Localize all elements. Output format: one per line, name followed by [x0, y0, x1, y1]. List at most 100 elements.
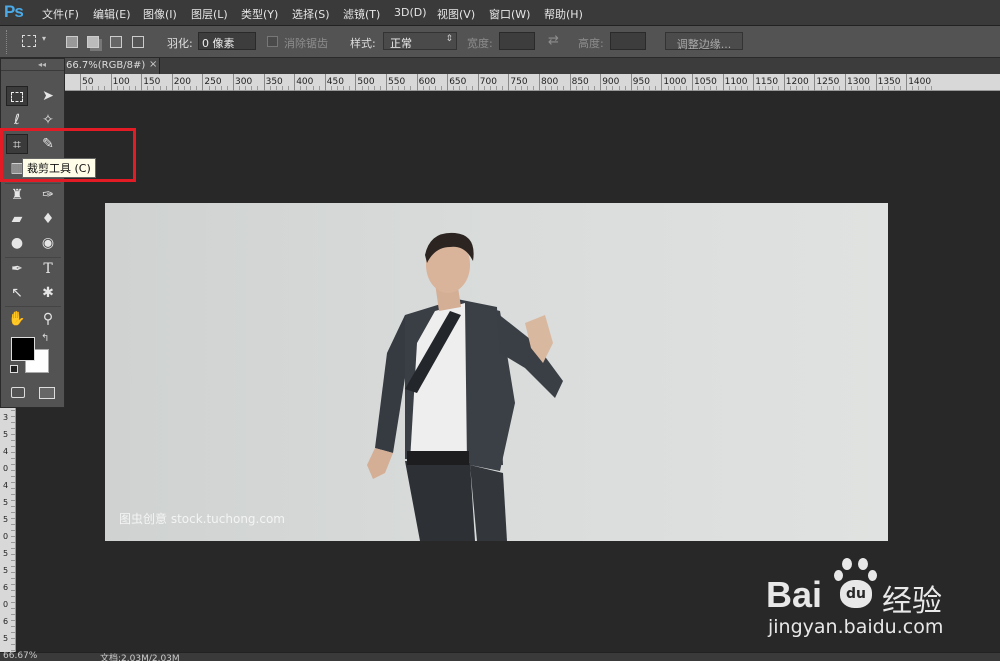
zoom-level[interactable]: 66.67% [3, 651, 37, 661]
blur-tool[interactable]: ● [6, 233, 28, 253]
ruler-major-tick [110, 74, 112, 91]
ruler-minor-tick [740, 86, 742, 90]
ruler-minor-tick [196, 86, 198, 90]
menu-window[interactable]: 窗口(W) [489, 6, 530, 22]
ruler-minor-tick [502, 86, 504, 90]
swap-dimensions-icon[interactable]: ⇄ [548, 33, 559, 48]
antialias-checkbox[interactable] [267, 36, 278, 47]
document-size: 文档:2.03M/2.03M [100, 654, 180, 661]
magic-wand-tool[interactable]: ✧ [37, 110, 59, 130]
clone-stamp-tool[interactable]: ♜ [6, 185, 28, 205]
ruler-minor-tick [11, 428, 15, 429]
eraser-tool[interactable]: ▰ [6, 209, 28, 229]
ruler-label: 3 [3, 413, 9, 422]
menu-layer[interactable]: 图层(L) [191, 6, 228, 22]
ruler-label: 500 [357, 77, 375, 87]
ruler-major-tick [814, 74, 816, 91]
subtract-selection-icon[interactable] [110, 36, 122, 48]
ruler-label: 650 [449, 77, 467, 87]
ruler-minor-tick [288, 86, 290, 90]
foreground-color-swatch[interactable] [11, 337, 35, 361]
lasso-tool[interactable]: ℓ [6, 110, 28, 130]
hand-tool[interactable]: ✋ [6, 309, 28, 329]
width-input[interactable] [499, 32, 535, 50]
ruler-minor-tick [655, 86, 657, 90]
menu-file[interactable]: 文件(F) [42, 6, 79, 22]
ruler-minor-tick [190, 86, 192, 90]
default-colors-icon[interactable] [10, 365, 18, 373]
swap-colors-icon[interactable]: ↰ [41, 333, 49, 344]
ruler-minor-tick [306, 86, 308, 90]
ruler-minor-tick [11, 620, 15, 621]
menu-view[interactable]: 视图(V) [437, 6, 475, 22]
shape-icon: ✱ [42, 285, 54, 301]
collapse-panel-icon[interactable]: ◂◂ [38, 60, 46, 69]
menu-select[interactable]: 选择(S) [292, 6, 330, 22]
custom-shape-tool[interactable]: ✱ [37, 283, 59, 303]
ruler-minor-tick [698, 86, 700, 90]
rect-marquee-icon[interactable] [22, 35, 36, 47]
options-bar: ▾ 羽化: 0 像素 消除锯齿 样式: 正常 ⇕ 宽度: ⇄ 高度: 调整边缘.… [0, 26, 1000, 58]
hand-icon: ✋ [8, 311, 26, 327]
menu-edit[interactable]: 编辑(E) [93, 6, 131, 22]
height-input[interactable] [610, 32, 646, 50]
move-icon: ➤ [42, 88, 54, 104]
menu-filter[interactable]: 滤镜(T) [343, 6, 380, 22]
style-select[interactable]: 正常 ⇕ [383, 32, 457, 50]
zoom-tool[interactable]: ⚲ [37, 309, 59, 329]
lasso-icon: ℓ [14, 112, 20, 128]
du-text: du [846, 586, 866, 602]
menu-type[interactable]: 类型(Y) [241, 6, 278, 22]
dodge-tool[interactable]: ◉ [37, 233, 59, 253]
ruler-minor-tick [343, 86, 345, 90]
ruler-major-tick [722, 74, 724, 91]
add-selection-icon[interactable] [87, 36, 99, 48]
ruler-minor-tick [924, 86, 926, 90]
menu-3d[interactable]: 3D(D) [394, 6, 427, 19]
ruler-minor-tick [379, 86, 381, 90]
pen-tool[interactable]: ✒ [6, 259, 28, 279]
tool-preset-dropdown-icon[interactable]: ▾ [42, 34, 46, 43]
ruler-minor-tick [11, 590, 15, 591]
ruler-minor-tick [471, 86, 473, 90]
ruler-label: 6 [3, 617, 9, 626]
canvas-photo[interactable]: 图虫创意 stock.tuchong.com [105, 203, 888, 541]
path-selection-tool[interactable]: ↖ [6, 283, 28, 303]
ruler-label: 250 [204, 77, 222, 87]
refine-edge-button[interactable]: 调整边缘... [665, 32, 743, 51]
quick-mask-icon[interactable] [11, 387, 25, 398]
photoshop-logo[interactable]: Ps [4, 2, 24, 22]
ruler-minor-tick [177, 86, 179, 90]
ruler-minor-tick [373, 86, 375, 90]
close-tab-icon[interactable]: × [149, 59, 157, 70]
ruler-minor-tick [281, 86, 283, 90]
ruler-minor-tick [349, 86, 351, 90]
baidu-url: jingyan.baidu.com [768, 616, 944, 638]
ruler-minor-tick [312, 86, 314, 90]
ruler-minor-tick [11, 644, 15, 645]
grip-handle[interactable] [6, 30, 10, 54]
height-label: 高度: [578, 37, 604, 50]
crop-tool-tooltip: 裁剪工具 (C) [22, 158, 96, 178]
history-brush-tool[interactable]: ✑ [37, 185, 59, 205]
ruler-minor-tick [300, 86, 302, 90]
move-tool[interactable]: ➤ [37, 86, 59, 106]
ruler-minor-tick [459, 86, 461, 90]
screen-mode-icon[interactable] [39, 387, 55, 399]
ruler-horizontal: 50 100 150 200 250 300 350 400 450 500 550 600 650 70… [62, 74, 1000, 91]
menu-help[interactable]: 帮助(H) [544, 6, 583, 22]
ruler-minor-tick [275, 86, 277, 90]
new-selection-icon[interactable] [66, 36, 78, 48]
type-tool[interactable]: T [37, 259, 59, 279]
ruler-minor-tick [11, 614, 15, 615]
feather-input[interactable]: 0 像素 [198, 32, 256, 50]
intersect-selection-icon[interactable] [132, 36, 144, 48]
ruler-minor-tick [490, 86, 492, 90]
ruler-major-tick [906, 74, 908, 91]
menu-image[interactable]: 图像(I) [143, 6, 177, 22]
paint-bucket-tool[interactable]: ♦ [37, 209, 59, 229]
ruler-minor-tick [11, 446, 15, 447]
document-tab[interactable]: 66.7%(RGB/8#) × [62, 58, 160, 74]
ruler-major-tick [416, 74, 418, 91]
marquee-tool[interactable] [6, 86, 28, 106]
